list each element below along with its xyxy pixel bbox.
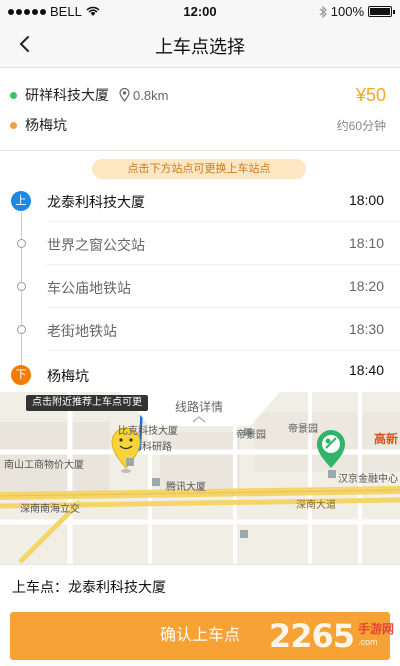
route-detail-label: 线路详情 bbox=[174, 400, 223, 414]
stop-item[interactable]: 上 龙泰利科技大厦 18:00 bbox=[0, 180, 400, 222]
bluetooth-icon bbox=[319, 5, 327, 18]
change-stop-hint: 点击下方站点可更换上车站点 bbox=[92, 159, 306, 179]
destination-name: 杨梅坑 bbox=[25, 117, 67, 133]
origin-row: 研祥科技大厦 0.8km ¥50 bbox=[10, 83, 386, 107]
stop-time: 18:40 bbox=[348, 362, 384, 378]
nav-bar: 上车点选择 bbox=[0, 22, 400, 68]
fare-price: ¥50 bbox=[355, 84, 386, 105]
page-title: 上车点选择 bbox=[155, 37, 245, 57]
map-tooltip: 点击附近推荐上车点可更 bbox=[26, 395, 148, 411]
trip-summary: 研祥科技大厦 0.8km ¥50 杨梅坑 约60分钟 bbox=[0, 69, 400, 151]
stop-node-icon bbox=[17, 239, 26, 248]
map-label: 汉京金融中心 bbox=[338, 474, 398, 485]
stop-time: 18:30 bbox=[348, 321, 384, 337]
building-icon bbox=[240, 530, 248, 538]
route-map[interactable]: 点击附近推荐上车点可更 线路详情 比克科技大厦 科研路 腾讯大厦 帝景园 帝景园… bbox=[0, 392, 400, 564]
stop-item[interactable]: 车公庙地铁站 18:20 bbox=[0, 266, 400, 308]
origin-name: 研祥科技大厦 bbox=[25, 87, 109, 103]
map-label: 南山工商物价大厦 bbox=[4, 460, 84, 471]
pickup-summary: 上车点：龙泰利科技大厦 bbox=[0, 564, 400, 608]
stop-item[interactable]: 老街地铁站 18:30 bbox=[0, 309, 400, 351]
stop-name: 龙泰利科技大厦 bbox=[47, 194, 145, 210]
site-watermark: 2265 手游网 .com bbox=[269, 612, 394, 660]
trip-eta: 约60分钟 bbox=[336, 118, 386, 133]
stop-time: 18:20 bbox=[348, 278, 384, 294]
destination-dot-icon bbox=[10, 121, 17, 129]
map-label: 高新 bbox=[374, 432, 399, 446]
map-label: 科研路 bbox=[142, 442, 172, 453]
battery-percent: 100% bbox=[330, 4, 364, 19]
building-icon bbox=[152, 478, 160, 486]
watermark-domain: .com bbox=[357, 637, 378, 647]
map-label: 帝景园 bbox=[288, 424, 318, 435]
map-label: 比克科技大厦 bbox=[118, 426, 178, 437]
battery-icon bbox=[368, 6, 395, 17]
stop-item[interactable]: 世界之窗公交站 18:10 bbox=[0, 223, 400, 265]
building-icon bbox=[126, 458, 134, 466]
stop-time: 18:00 bbox=[348, 192, 384, 208]
map-label: 腾讯大厦 bbox=[166, 482, 206, 493]
building-icon bbox=[328, 470, 336, 478]
destination-row: 杨梅坑 约60分钟 bbox=[10, 113, 386, 137]
origin-distance: 0.8km bbox=[133, 87, 169, 103]
stop-time: 18:10 bbox=[348, 235, 384, 251]
stop-name: 车公庙地铁站 bbox=[47, 280, 131, 296]
stop-name: 老街地铁站 bbox=[47, 323, 117, 339]
status-bar: BELL 12:00 100% bbox=[0, 0, 400, 22]
origin-dot-icon bbox=[10, 91, 17, 99]
location-pin-icon bbox=[119, 88, 130, 102]
stop-node-icon bbox=[17, 325, 26, 334]
stop-item[interactable]: 下 杨梅坑 18:40 bbox=[0, 352, 400, 394]
stop-name: 杨梅坑 bbox=[47, 368, 89, 384]
stop-node-icon bbox=[17, 282, 26, 291]
board-badge: 上 bbox=[11, 191, 31, 211]
watermark-number: 2265 bbox=[268, 617, 355, 655]
map-label: 深南南海立交 bbox=[20, 504, 80, 515]
route-detail-tab[interactable]: 线路详情 bbox=[138, 392, 260, 426]
map-label: 深南大道 bbox=[296, 500, 336, 511]
map-label: 帝景园 bbox=[236, 430, 266, 441]
stop-name: 世界之窗公交站 bbox=[47, 237, 145, 253]
pickup-label: 上车点： bbox=[12, 579, 68, 595]
pickup-value: 龙泰利科技大厦 bbox=[68, 579, 166, 595]
alight-badge: 下 bbox=[11, 365, 31, 385]
watermark-site: 手游网 bbox=[357, 622, 394, 636]
